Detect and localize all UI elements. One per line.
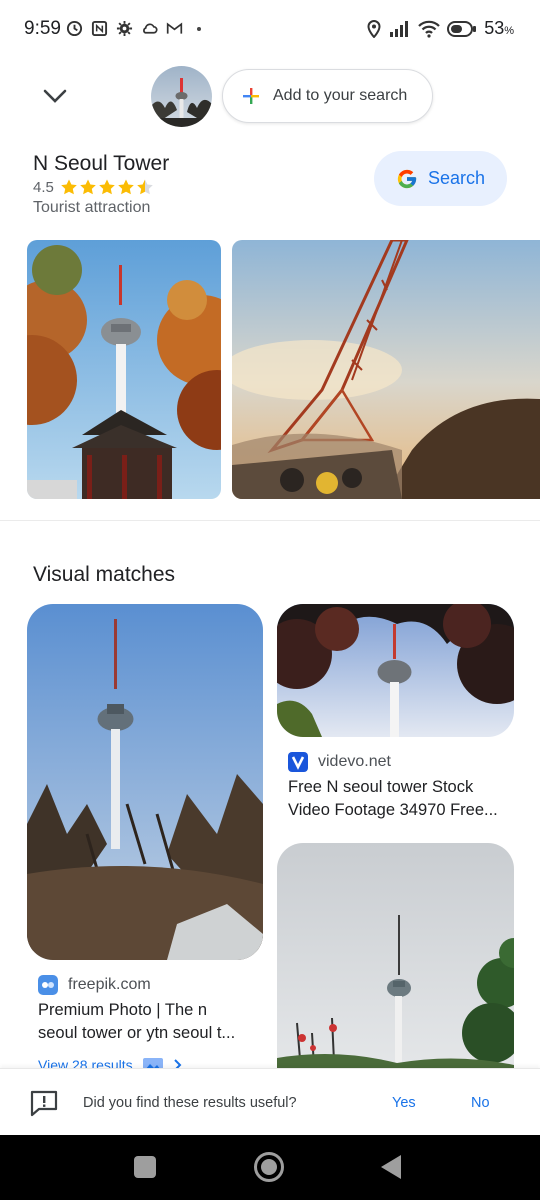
home-button[interactable] xyxy=(254,1152,284,1182)
status-icons-right: 53% xyxy=(366,18,514,39)
recents-button[interactable] xyxy=(134,1156,156,1178)
add-to-search-button[interactable]: Add to your search xyxy=(222,69,433,123)
google-search-button[interactable]: Search xyxy=(374,151,507,206)
google-g-icon xyxy=(397,169,417,188)
result-title-line: Free N seoul tower Stock xyxy=(288,778,474,796)
nfc-icon xyxy=(91,20,108,37)
freepik-favicon-icon xyxy=(38,975,58,995)
location-icon xyxy=(367,19,381,38)
rating-stars xyxy=(60,178,154,196)
star-icon xyxy=(118,179,134,195)
star-icon xyxy=(61,179,77,195)
result-image-third[interactable] xyxy=(277,843,514,1083)
battery-text: 53% xyxy=(484,18,514,38)
status-time: 9:59 xyxy=(24,18,61,39)
result-title-videvo[interactable]: Free N seoul tower Stock Video Footage 3… xyxy=(288,776,498,822)
query-image-thumbnail[interactable] xyxy=(151,66,212,127)
place-type: Tourist attraction xyxy=(33,199,151,216)
feedback-bar: Did you find these results useful? Yes N… xyxy=(0,1068,540,1135)
alarm-icon xyxy=(66,20,83,37)
battery-icon xyxy=(447,20,477,37)
section-divider xyxy=(0,520,540,521)
signal-icon xyxy=(390,20,409,37)
status-bar: 9:59 53% xyxy=(0,0,540,58)
rating-row: 4.5 xyxy=(33,178,154,196)
result-title-freepik[interactable]: Premium Photo | The n seoul tower or ytn… xyxy=(38,999,235,1045)
result-image-videvo[interactable] xyxy=(277,604,514,737)
wifi-icon xyxy=(418,20,440,38)
result-source-videvo[interactable]: videvo.net xyxy=(288,752,391,772)
feedback-no-button[interactable]: No xyxy=(471,1095,490,1111)
result-site-name: videvo.net xyxy=(318,753,391,770)
feedback-yes-button[interactable]: Yes xyxy=(392,1095,416,1111)
settings-icon xyxy=(116,20,133,37)
result-title-line: seoul tower or ytn seoul t... xyxy=(38,1024,236,1042)
star-icon xyxy=(137,179,153,195)
tower-photo-sunset[interactable] xyxy=(232,240,540,499)
feedback-icon xyxy=(30,1090,58,1117)
rating-value: 4.5 xyxy=(33,178,54,196)
result-title-line: Premium Photo | The n xyxy=(38,1001,208,1019)
star-icon xyxy=(99,179,115,195)
result-image-freepik[interactable] xyxy=(27,604,263,960)
result-site-name: freepik.com xyxy=(68,976,151,993)
feedback-question: Did you find these results useful? xyxy=(83,1095,297,1111)
result-source-freepik[interactable]: freepik.com xyxy=(38,975,151,995)
visual-matches-heading: Visual matches xyxy=(33,563,176,586)
chevron-down-icon[interactable] xyxy=(40,82,70,110)
cloud-icon xyxy=(143,23,158,34)
plus-icon xyxy=(243,88,259,104)
back-button[interactable] xyxy=(381,1155,401,1179)
result-title-line: Video Footage 34970 Free... xyxy=(288,801,498,819)
search-button-label: Search xyxy=(427,168,486,188)
system-nav-bar xyxy=(0,1135,540,1200)
add-to-search-label: Add to your search xyxy=(273,87,408,104)
videvo-favicon-icon xyxy=(288,752,308,772)
tower-photo-autumn[interactable] xyxy=(27,240,221,499)
notification-dot xyxy=(197,26,201,31)
gmail-icon xyxy=(166,22,183,34)
star-icon xyxy=(80,179,96,195)
place-title: N Seoul Tower xyxy=(33,152,170,175)
status-icons-left xyxy=(66,20,201,37)
